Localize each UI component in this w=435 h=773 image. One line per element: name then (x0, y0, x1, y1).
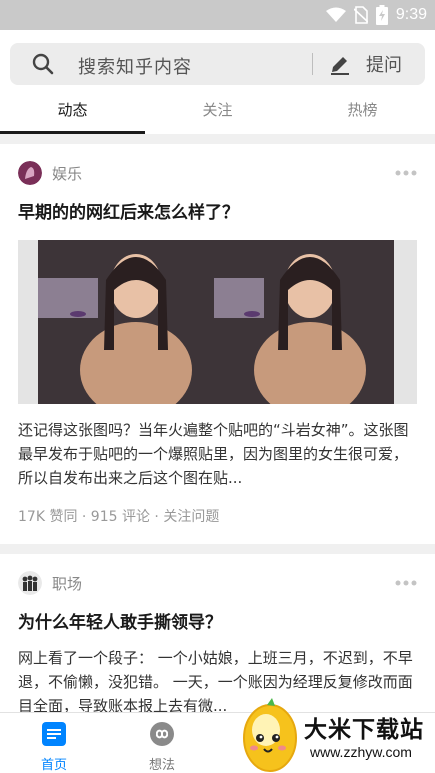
wifi-icon (325, 7, 346, 22)
card-header: 娱乐 (18, 160, 417, 186)
nav-ideas[interactable]: 想法 (132, 721, 192, 773)
card-header: 职场 (18, 570, 417, 596)
tab-following[interactable]: 关注 (145, 90, 290, 134)
card-title[interactable]: 早期的的网红后来怎么样了？ (18, 200, 417, 226)
app-header: 搜索知乎内容 提问 动态 关注 热榜 (0, 30, 435, 134)
card-excerpt[interactable]: 还记得这张图吗？当年火遍整个贴吧的“斗岩女神”。这张图最早发布于贴吧的一个爆照贴… (18, 418, 417, 490)
search-divider (312, 53, 313, 75)
feed-card[interactable]: 职场 为什么年轻人敢手撕领导？ 网上看了一个段子： 一个小姑娘，上班三月，不迟到… (0, 554, 435, 718)
watermark-title: 大米下载站 (304, 717, 424, 743)
tab-activity[interactable]: 动态 (0, 90, 145, 134)
site-watermark: 大米下载站 www.zzhyw.com (238, 696, 435, 773)
nav-home[interactable]: 首页 (24, 721, 84, 773)
search-input[interactable]: 搜索知乎内容 (78, 53, 192, 79)
egg-mascot-icon (243, 698, 297, 772)
card-image[interactable] (18, 240, 417, 418)
status-bar: 9:39 (0, 0, 435, 30)
search-bar[interactable]: 搜索知乎内容 提问 (10, 43, 425, 85)
nav-home-label: 首页 (40, 758, 67, 773)
ask-question-button[interactable]: 提问 (328, 49, 418, 79)
nav-ideas-label: 想法 (148, 758, 175, 773)
topic-avatar[interactable] (18, 571, 42, 595)
topic-avatar[interactable] (18, 161, 42, 185)
card-stats: 17K 赞同 · 915 评论 · 关注问题 (18, 509, 220, 525)
feed[interactable]: 娱乐 早期的的网红后来怎么样了？ 还记得这张图吗？当年火遍整个贴吧的“斗岩女神”… (0, 136, 435, 718)
tab-hot-list[interactable]: 热榜 (290, 90, 435, 134)
more-options-icon[interactable] (395, 580, 417, 586)
battery-icon (375, 5, 388, 25)
ask-label: 提问 (366, 55, 402, 76)
no-sim-icon (353, 6, 368, 24)
topic-name[interactable]: 职场 (52, 573, 82, 594)
pen-icon (331, 57, 349, 75)
more-options-icon[interactable] (395, 170, 417, 176)
status-time: 9:39 (395, 6, 427, 23)
card-title[interactable]: 为什么年轻人敢手撕领导？ (18, 610, 417, 636)
topic-name[interactable]: 娱乐 (52, 163, 82, 184)
search-icon (32, 53, 54, 75)
feed-card[interactable]: 娱乐 早期的的网红后来怎么样了？ 还记得这张图吗？当年火遍整个贴吧的“斗岩女神”… (0, 144, 435, 544)
home-icon (42, 722, 66, 746)
ideas-icon (150, 722, 174, 746)
tab-bar: 动态 关注 热榜 (0, 90, 435, 134)
watermark-url: www.zzhyw.com (310, 744, 412, 760)
